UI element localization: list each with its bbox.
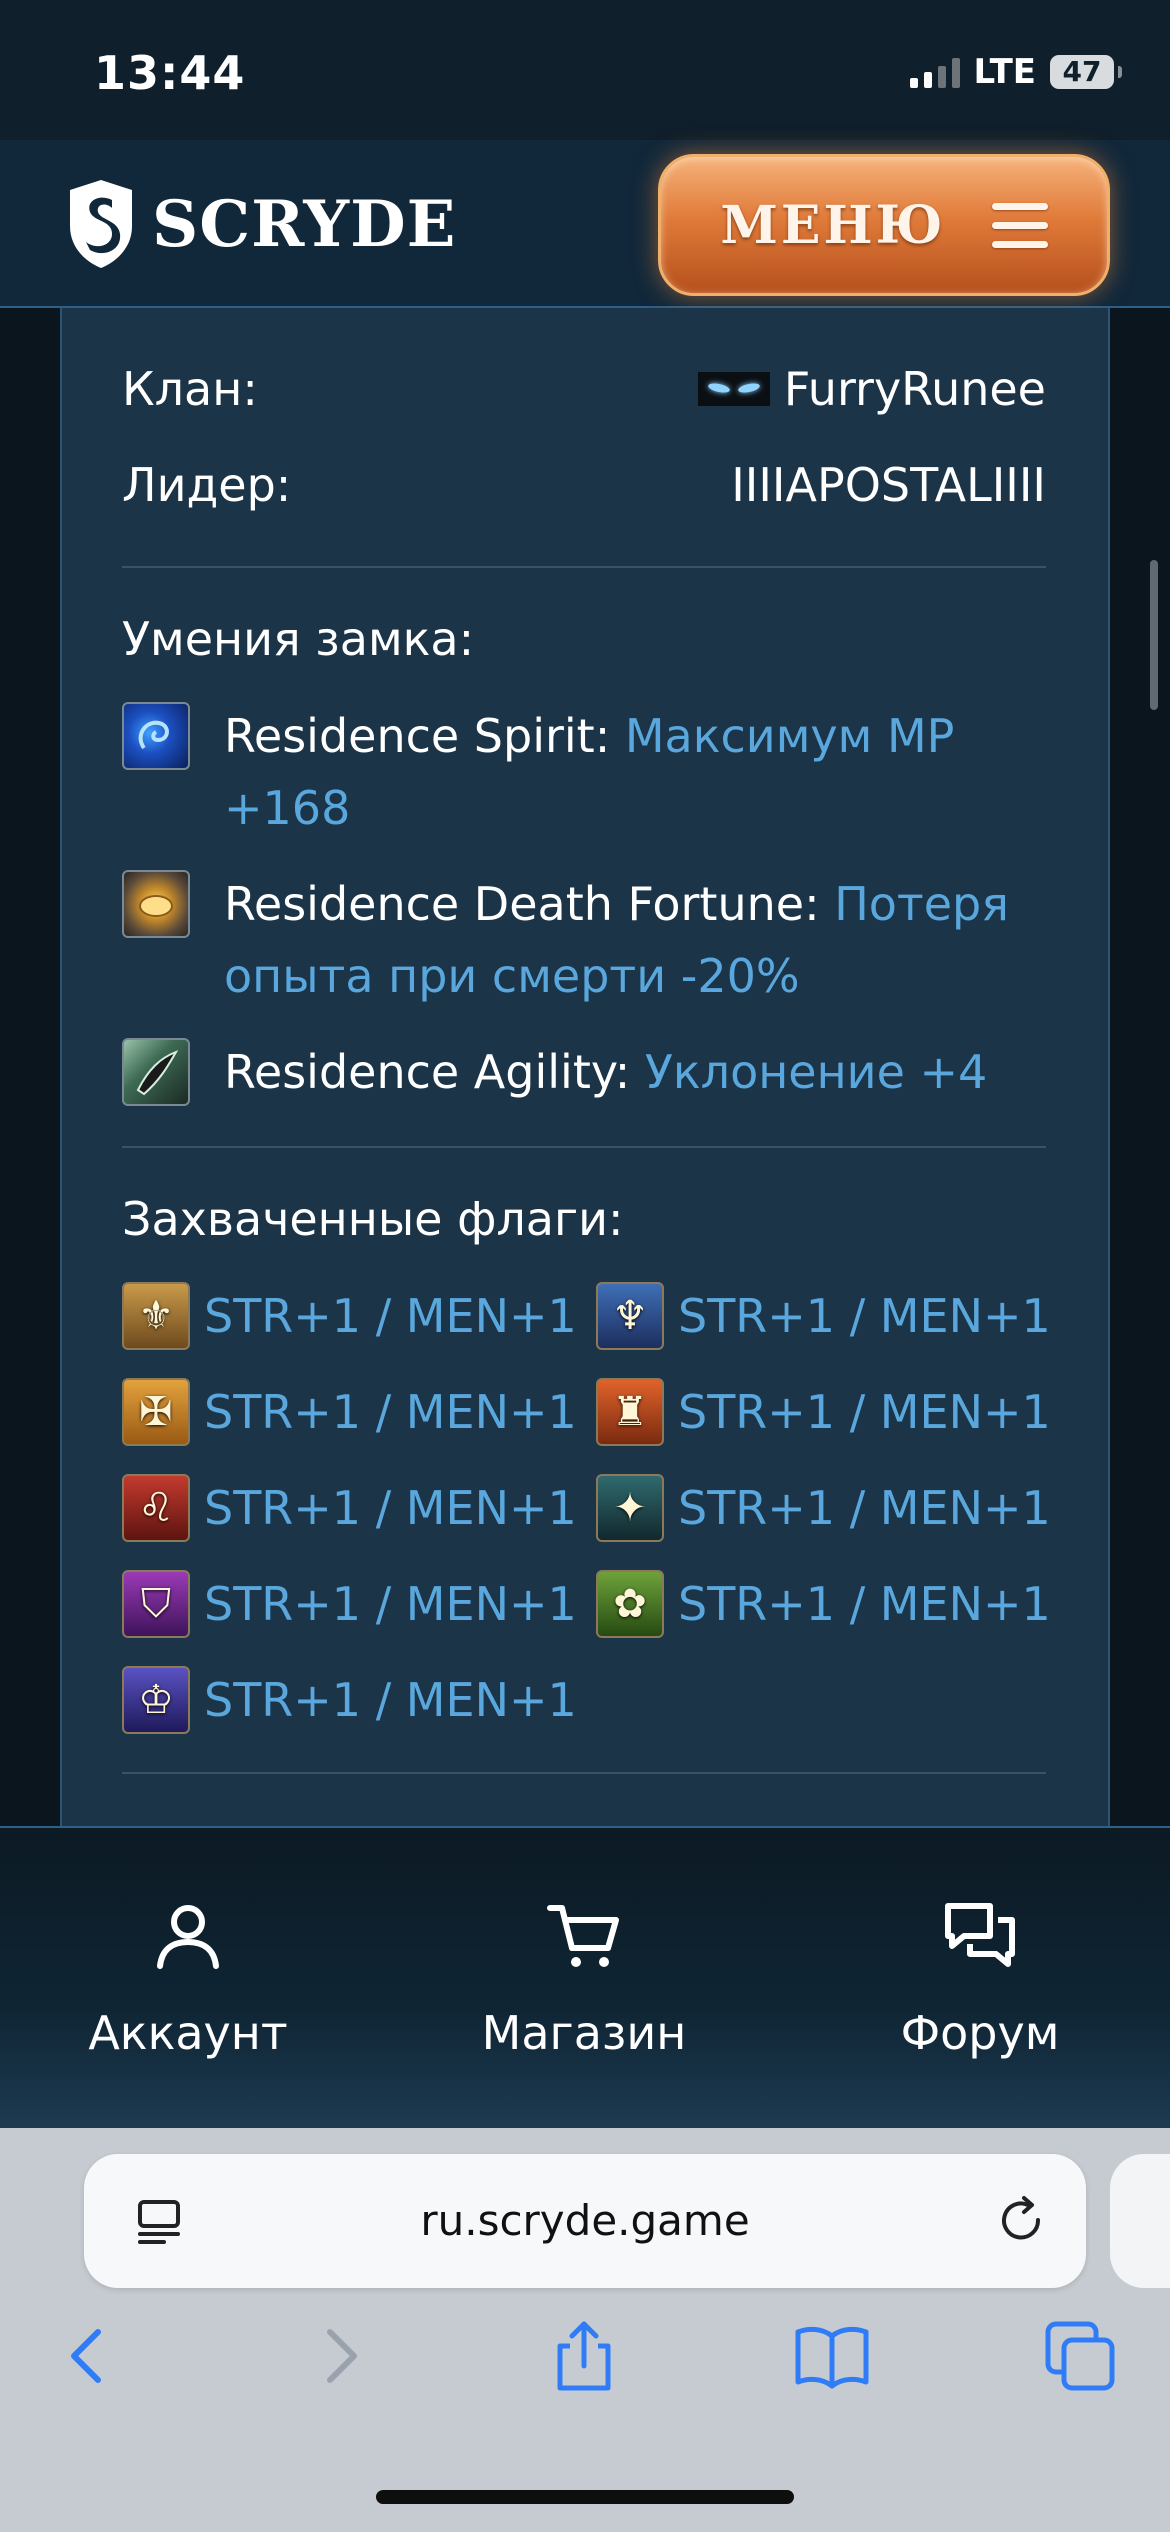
death-fortune-icon xyxy=(122,870,190,938)
skill-name: Residence Death Fortune xyxy=(224,877,805,931)
bookmarks-icon[interactable] xyxy=(792,2316,872,2396)
winged-crest-flag-icon: ♆ xyxy=(596,1282,664,1350)
leader-label: Лидер: xyxy=(122,458,292,512)
cross-flag-icon: ✠ xyxy=(122,1378,190,1446)
rose-flag-icon: ✿ xyxy=(596,1570,664,1638)
clan-name[interactable]: FurryRunee xyxy=(784,362,1046,416)
cart-icon xyxy=(547,1905,619,1967)
skill-item: Residence Agility: Уклонение +4 xyxy=(122,1036,1046,1108)
share-icon[interactable] xyxy=(544,2316,624,2396)
address-bar[interactable]: ru.scryde.game xyxy=(84,2154,1086,2288)
clan-row: Клан: FurryRunee xyxy=(122,362,1046,416)
nav-label: Форум xyxy=(900,2006,1060,2060)
flag-item: ✦ STR+1 / MEN+1 xyxy=(596,1472,1051,1544)
flag-bonus: STR+1 / MEN+1 xyxy=(678,1385,1051,1439)
flag-bonus: STR+1 / MEN+1 xyxy=(204,1385,577,1439)
menu-label: МЕНЮ xyxy=(720,194,946,256)
clan-label: Клан: xyxy=(122,362,258,416)
status-bar: 13:44 LTE 47 xyxy=(0,0,1170,140)
divider xyxy=(122,1146,1046,1148)
back-icon[interactable] xyxy=(48,2316,128,2396)
scrollbar[interactable] xyxy=(1150,560,1158,710)
eagle-flag-icon: ✦ xyxy=(596,1474,664,1542)
brand-name: SCRYDE xyxy=(152,186,457,262)
nav-account[interactable]: Аккаунт xyxy=(38,1828,338,2130)
skill-name: Residence Agility xyxy=(224,1045,615,1099)
site-logo[interactable]: SCRYDE xyxy=(66,178,456,270)
flag-item: ⛉ STR+1 / MEN+1 xyxy=(122,1568,577,1640)
nav-shop[interactable]: Магазин xyxy=(434,1828,734,2130)
status-time: 13:44 xyxy=(94,46,246,100)
flag-item: ♌ STR+1 / MEN+1 xyxy=(122,1472,577,1544)
status-indicators: LTE 47 xyxy=(909,52,1122,92)
agility-icon xyxy=(122,1038,190,1106)
flag-bonus: STR+1 / MEN+1 xyxy=(204,1481,577,1535)
flag-item: ♔ STR+1 / MEN+1 xyxy=(122,1664,577,1736)
browser-toolbar: ru.scryde.game xyxy=(0,2128,1170,2532)
battery-icon: 47 xyxy=(1050,55,1122,89)
flag-bonus: STR+1 / MEN+1 xyxy=(678,1577,1051,1631)
next-tab-preview[interactable] xyxy=(1110,2154,1170,2288)
leader-row: Лидер: IIIIAPOSTALIIII xyxy=(122,458,1046,512)
flag-item: ♆ STR+1 / MEN+1 xyxy=(596,1280,1051,1352)
flag-bonus: STR+1 / MEN+1 xyxy=(204,1673,577,1727)
flag-item: ✠ STR+1 / MEN+1 xyxy=(122,1376,577,1448)
flag-bonus: STR+1 / MEN+1 xyxy=(204,1289,577,1343)
skill-name: Residence Spirit xyxy=(224,709,595,763)
skill-effect: Уклонение +4 xyxy=(644,1045,988,1099)
flag-bonus: STR+1 / MEN+1 xyxy=(204,1577,577,1631)
flag-bonus: STR+1 / MEN+1 xyxy=(678,1481,1051,1535)
spirit-icon xyxy=(122,702,190,770)
nav-forum[interactable]: Форум xyxy=(830,1828,1130,2130)
shield-flag-icon: ⛉ xyxy=(122,1570,190,1638)
forward-icon[interactable] xyxy=(300,2316,380,2396)
chat-icon xyxy=(945,1903,1015,1967)
bottom-nav: Аккаунт Магазин Форум xyxy=(0,1826,1170,2130)
nav-label: Магазин xyxy=(481,2006,687,2060)
shield-logo-icon xyxy=(70,180,132,268)
reload-icon[interactable] xyxy=(994,2194,1048,2248)
clan-emblem-icon xyxy=(697,372,770,406)
site-header: SCRYDE МЕНЮ xyxy=(0,140,1170,308)
flag-item: ⚜ STR+1 / MEN+1 xyxy=(122,1280,577,1352)
menu-button[interactable]: МЕНЮ xyxy=(658,154,1110,296)
leader-name: IIIIAPOSTALIIII xyxy=(731,458,1046,512)
nav-label: Аккаунт xyxy=(88,2006,288,2060)
tower-flag-icon: ♜ xyxy=(596,1378,664,1446)
user-icon xyxy=(157,1905,219,1969)
divider xyxy=(122,1772,1046,1774)
lion-flag-icon: ♌ xyxy=(122,1474,190,1542)
captured-flags-title: Захваченные флаги: xyxy=(122,1192,624,1246)
flag-bonus: STR+1 / MEN+1 xyxy=(678,1289,1051,1343)
crown-flag-icon: ♔ xyxy=(122,1666,190,1734)
url-text: ru.scryde.game xyxy=(420,2196,750,2245)
hamburger-icon xyxy=(991,202,1048,248)
divider xyxy=(122,566,1046,568)
signal-icon xyxy=(909,56,960,88)
flag-item: ♜ STR+1 / MEN+1 xyxy=(596,1376,1051,1448)
flag-item: ✿ STR+1 / MEN+1 xyxy=(596,1568,1051,1640)
home-indicator xyxy=(376,2490,794,2504)
fleur-de-lis-flag-icon: ⚜ xyxy=(122,1282,190,1350)
skill-item: Residence Spirit: Максимум MP +168 xyxy=(122,700,1046,844)
skill-item: Residence Death Fortune: Потеря опыта пр… xyxy=(122,868,1046,1012)
castle-skills-title: Умения замка: xyxy=(122,612,475,666)
network-label: LTE xyxy=(973,52,1036,92)
tabs-icon[interactable] xyxy=(1040,2316,1120,2396)
